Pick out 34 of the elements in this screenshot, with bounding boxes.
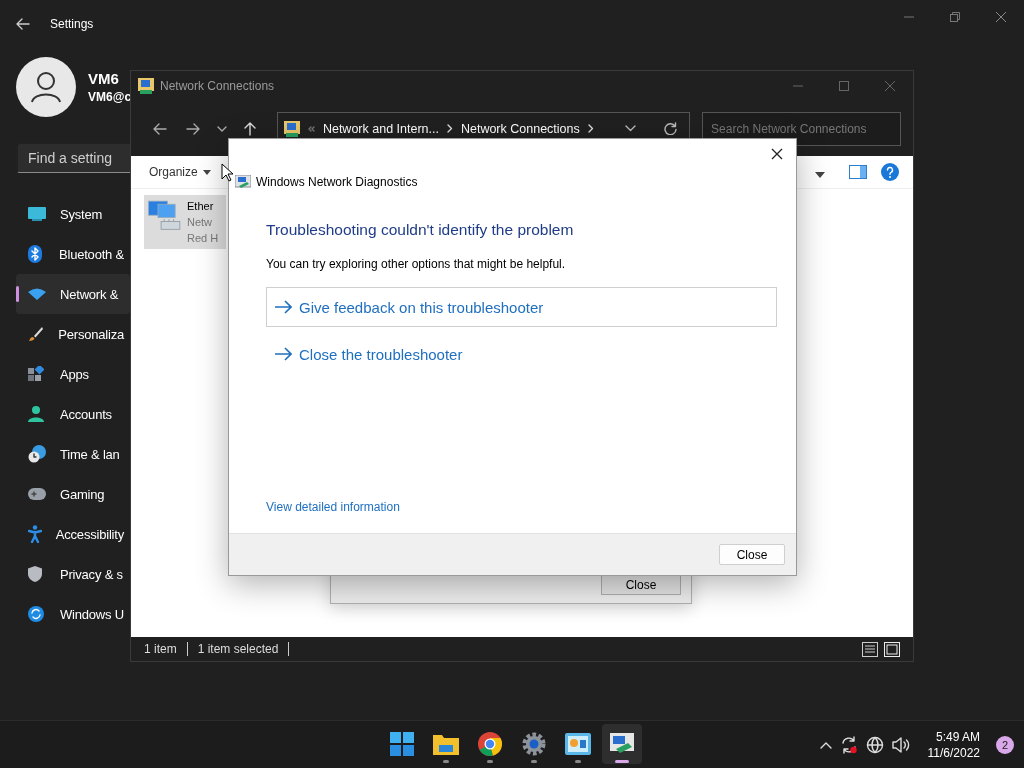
- dialog-title: Windows Network Diagnostics: [256, 175, 418, 189]
- adapter-name: Ether: [187, 199, 215, 214]
- nav-item[interactable]: Network &: [16, 274, 130, 314]
- user-email: VM6@c: [88, 90, 132, 104]
- adapter-status: Netw: [187, 215, 214, 230]
- user-name: VM6: [88, 70, 120, 87]
- option-link[interactable]: Give feedback on this troubleshooter: [266, 287, 777, 327]
- nav-item[interactable]: Accessibility: [16, 514, 130, 554]
- dialog-heading: Troubleshooting couldn't identify the problem: [266, 221, 575, 239]
- notification-badge[interactable]: 2: [996, 736, 1014, 754]
- window-title: Network Connections: [160, 79, 275, 93]
- nav-item[interactable]: Personaliza: [16, 314, 130, 354]
- nav-item[interactable]: System: [16, 194, 130, 234]
- option-link[interactable]: Close the troubleshooter: [266, 334, 777, 374]
- nav-item[interactable]: Time & lan: [16, 434, 130, 474]
- clock[interactable]: 5:49 AM 11/6/2022: [927, 729, 980, 761]
- nav-item[interactable]: Bluetooth &: [16, 234, 130, 274]
- network-adapter-item[interactable]: Ether Netw Red H: [144, 195, 226, 249]
- window-title: Settings: [50, 17, 94, 31]
- nav-item[interactable]: Apps: [16, 354, 130, 394]
- selection-count: 1 item selected: [197, 642, 279, 656]
- nav-item[interactable]: Accounts: [16, 394, 130, 434]
- nav-item[interactable]: Privacy & s: [16, 554, 130, 594]
- details-link[interactable]: View detailed information: [266, 500, 400, 514]
- adapter-device: Red H: [187, 231, 219, 246]
- dialog-message: You can try exploring other options that might be helpful.: [266, 257, 567, 271]
- close-button[interactable]: Close: [719, 544, 785, 565]
- breadcrumb[interactable]: Network Connections: [460, 121, 580, 136]
- search-field[interactable]: Search Network Connections: [702, 111, 902, 146]
- breadcrumb[interactable]: Network and Intern...: [322, 121, 439, 136]
- close-button[interactable]: Close: [601, 575, 681, 595]
- item-count: 1 item: [144, 642, 177, 656]
- nav-item[interactable]: Gaming: [16, 474, 130, 514]
- nav-item[interactable]: Windows U: [16, 594, 130, 634]
